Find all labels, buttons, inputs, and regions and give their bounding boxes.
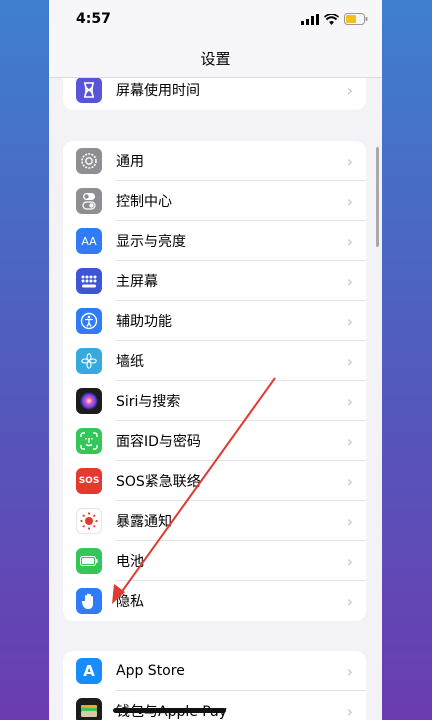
annotation-arrow: [112, 377, 276, 604]
